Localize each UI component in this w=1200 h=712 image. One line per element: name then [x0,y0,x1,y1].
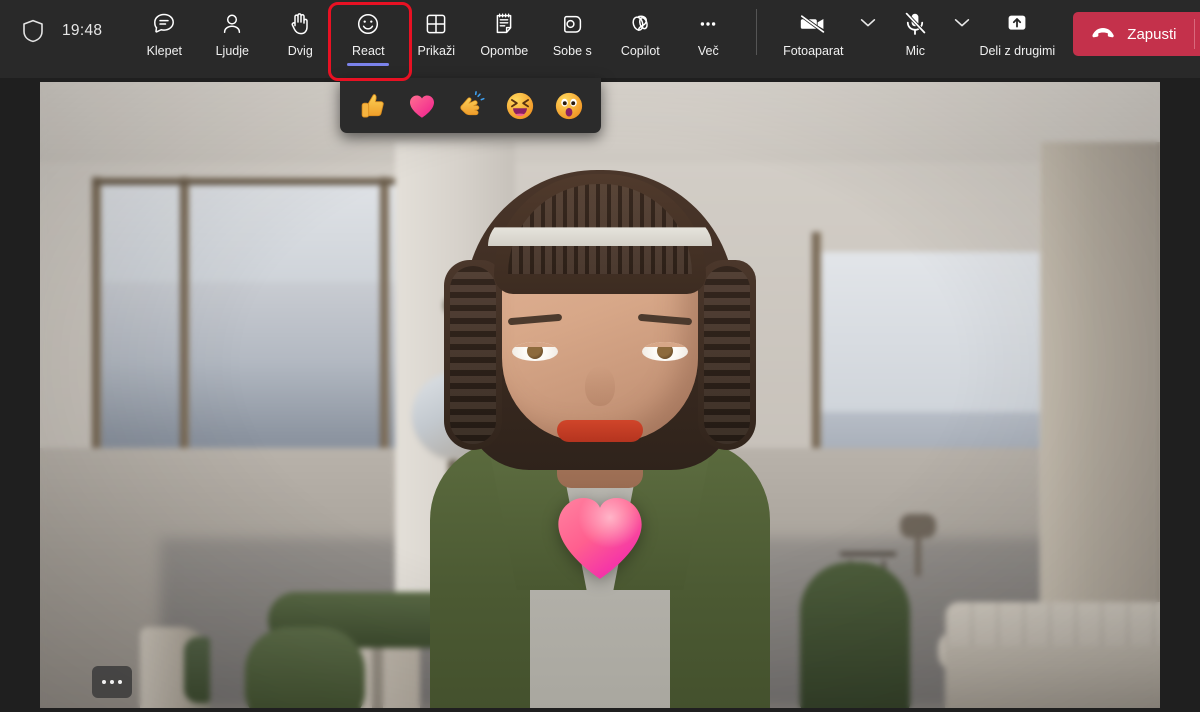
avatar-hair-right [698,260,756,450]
mic-options-chevron[interactable] [949,0,975,70]
toolbar-label-camera: Fotoaparat [783,44,843,58]
toolbar-item-react[interactable]: React [334,0,402,70]
participant-video-tile[interactable] [40,82,1160,708]
toolbar-label-mic: Mic [906,44,925,58]
toolbar-label-view: Prikaži [418,44,456,58]
camera-control-group: Fotoaparat [771,0,881,70]
toolbar-item-mic[interactable]: Mic [881,0,949,70]
scene-sofa [945,602,1160,708]
toolbar-item-more[interactable]: Več [674,0,742,70]
toolbar-label-more: Več [698,44,719,58]
scene-vase [900,514,936,538]
active-indicator [347,63,389,66]
toolbar-item-share[interactable]: Deli z drugimi [975,0,1059,70]
ellipsis-icon [694,9,722,39]
avatar-figure [420,130,780,708]
notes-icon [490,9,518,39]
hangup-icon [1090,24,1116,45]
toolbar-item-view[interactable]: Prikaži [402,0,470,70]
tile-more-options-button[interactable] [92,666,132,698]
reaction-surprise[interactable] [550,87,588,125]
avatar-lips [557,420,643,442]
mic-off-icon [901,9,929,39]
toolbar-item-people[interactable]: Ljudje [198,0,266,70]
reaction-thumbs-up[interactable] [354,87,392,125]
leave-call-button[interactable]: Zapusti [1073,12,1193,56]
toolbar-item-breakout-rooms[interactable]: Sobe s [538,0,606,70]
toolbar-label-notes: Opombe [480,44,528,58]
copilot-icon [626,9,654,39]
mic-control-group: Mic [881,0,975,70]
toolbar-item-chat[interactable]: Klepet [130,0,198,70]
reaction-applause[interactable] [452,87,490,125]
avatar-eyelid-right [642,342,688,347]
scene-armchair-seat [245,627,365,708]
share-screen-icon [1003,9,1031,39]
avatar-hair-left [444,260,502,450]
toolbar-item-copilot[interactable]: Copilot [606,0,674,70]
toolbar-label-breakout-rooms: Sobe s [553,44,592,58]
teams-meeting-window: 19:48 Klepet Ljudj [0,0,1200,712]
people-icon [218,9,246,39]
leave-call-label: Zapusti [1127,26,1176,43]
meeting-toolbar: 19:48 Klepet Ljudj [0,0,1200,78]
meeting-clock: 19:48 [62,22,102,40]
avatar-nose [585,366,615,406]
scene-window-header [95,178,435,185]
toolbar-label-raise-hand: Dvig [288,44,313,58]
toolbar-label-copilot: Copilot [621,44,660,58]
avatar-eye-right [642,342,688,361]
grid-view-icon [422,9,450,39]
scene-travertine-wall [1040,142,1160,612]
toolbar-label-chat: Klepet [147,44,182,58]
scene-side-chair [140,627,210,708]
emoji-smile-icon [354,9,382,39]
toolbar-item-raise-hand[interactable]: Dvig [266,0,334,70]
camera-off-icon [798,9,828,39]
toolbar-item-camera[interactable]: Fotoaparat [771,0,855,70]
toolbar-label-people: Ljudje [216,44,249,58]
ellipsis-dot [118,680,122,684]
breakout-rooms-icon [558,9,586,39]
camera-options-chevron[interactable] [855,0,881,70]
scene-armchair-right [800,562,910,708]
avatar-eye-left [512,342,558,361]
reaction-picker-flyout [340,78,601,133]
raise-hand-icon [286,9,314,39]
toolbar-label-react: React [352,44,385,58]
reaction-heart[interactable] [403,87,441,125]
avatar-eyelid-left [512,342,558,347]
chat-icon [150,9,178,39]
meeting-stage [0,78,1200,712]
leave-options-chevron[interactable] [1195,12,1200,56]
toolbar-label-share: Deli z drugimi [979,44,1055,58]
ellipsis-dot [110,680,114,684]
toolbar-right-cluster: Fotoaparat [771,0,1200,70]
toolbar-item-notes[interactable]: Opombe [470,0,538,70]
toolbar-actions: Klepet Ljudje Dvig [130,0,771,70]
shield-icon [22,19,44,43]
leave-call-group: Zapusti [1073,12,1200,56]
ellipsis-dot [102,680,106,684]
toolbar-left-cluster: 19:48 [0,0,102,62]
toolbar-divider [756,9,757,55]
reaction-laugh[interactable] [501,87,539,125]
heart-reaction-overlay [551,490,649,582]
